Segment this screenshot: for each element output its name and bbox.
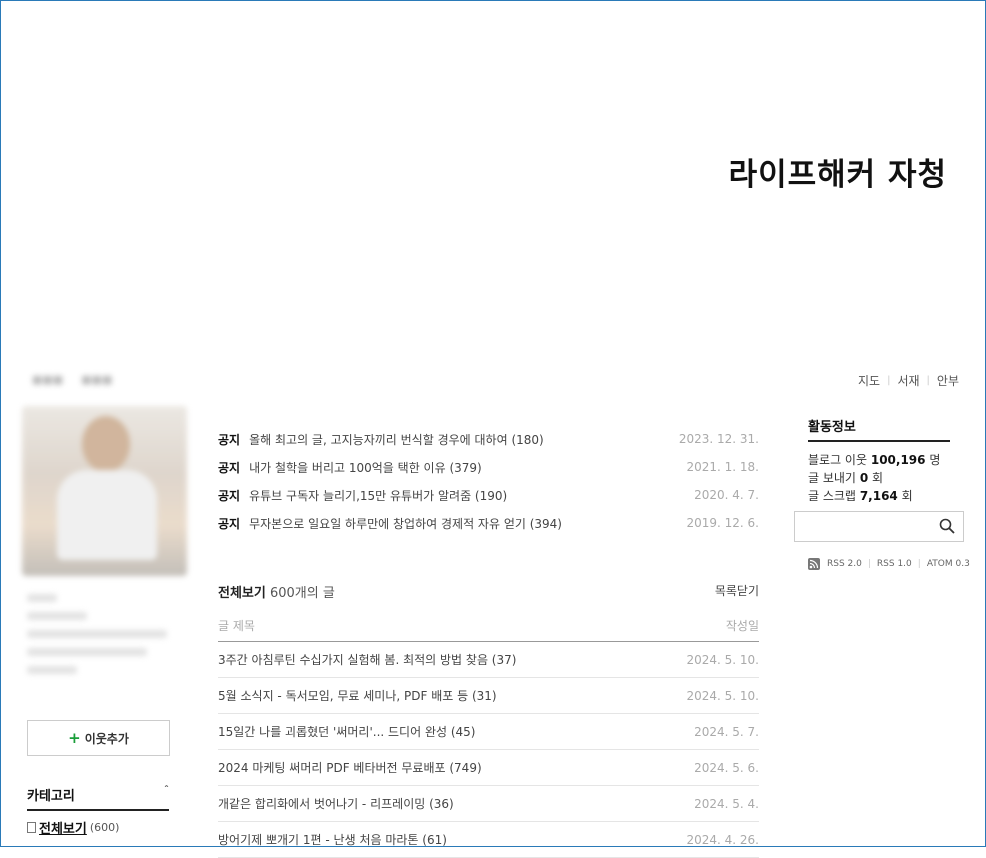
add-neighbor-button[interactable]: + 이웃추가 — [27, 720, 170, 756]
close-list-button[interactable]: 목록닫기 — [715, 582, 759, 601]
post-date: 2024. 5. 6. — [694, 760, 759, 775]
post-date: 2024. 5. 4. — [694, 796, 759, 811]
column-title: 글 제목 — [218, 619, 255, 633]
notice-row[interactable]: 공지 유튜브 구독자 늘리기,15만 유튜버가 알려줌 (190) 2020. 4… — [218, 481, 759, 509]
notice-date: 2023. 12. 31. — [678, 432, 759, 446]
feed-links: RSS 2.0 | RSS 1.0 | ATOM 0.3 — [808, 558, 970, 570]
plus-icon: + — [68, 729, 81, 747]
add-neighbor-label: 이웃추가 — [84, 731, 129, 746]
document-icon — [27, 822, 36, 833]
post-row[interactable]: 3주간 아침루틴 수십가지 실험해 봄. 최적의 방법 찾음 (37) 2024.… — [218, 642, 759, 678]
notice-title[interactable]: 유튜브 구독자 늘리기,15만 유튜버가 알려줌 (190) — [249, 489, 507, 503]
notice-tag: 공지 — [218, 488, 241, 503]
post-date: 2024. 5. 7. — [694, 724, 759, 739]
category-title: 카테고리 — [27, 789, 75, 804]
post-date: 2024. 5. 10. — [686, 652, 759, 667]
link-library[interactable]: 서재 — [897, 372, 919, 389]
post-row[interactable]: 방어기제 뽀개기 1편 - 난생 처음 마라톤 (61) 2024. 4. 26. — [218, 822, 759, 858]
category-header: 카테고리 ˆ — [27, 785, 169, 811]
post-count: 600개의 글 — [269, 586, 335, 601]
post-list-header: 전체보기 600개의 글 목록닫기 — [218, 582, 759, 601]
post-title[interactable]: 방어기제 뽀개기 1편 - 난생 처음 마라톤 (61) — [218, 831, 447, 848]
category-all-count: (600) — [89, 821, 120, 834]
post-title[interactable]: 15일간 나를 괴롭혔던 '써머리'... 드디어 완성 (45) — [218, 723, 475, 740]
feed-atom[interactable]: ATOM 0.3 — [927, 559, 970, 569]
activity-panel: 활동정보 블로그 이웃 100,196 명 글 보내기 0 회 글 스크랩 7,… — [808, 416, 950, 505]
top-links: 지도 | 서재 | 안부 — [857, 372, 959, 389]
notice-row[interactable]: 공지 올해 최고의 글, 고지능자끼리 번식할 경우에 대하여 (180) 202… — [218, 425, 759, 453]
post-date: 2024. 4. 26. — [686, 832, 759, 847]
notice-date: 2019. 12. 6. — [686, 516, 759, 530]
post-title[interactable]: 5월 소식지 - 독서모임, 무료 세미나, PDF 배포 등 (31) — [218, 687, 497, 704]
post-row[interactable]: 개같은 합리화에서 벗어나기 - 리프레이밍 (36) 2024. 5. 4. — [218, 786, 759, 822]
notice-list: 공지 올해 최고의 글, 고지능자끼리 번식할 경우에 대하여 (180) 202… — [218, 425, 759, 537]
post-list-all-label: 전체보기 — [218, 586, 266, 601]
post-row[interactable]: 5월 소식지 - 독서모임, 무료 세미나, PDF 배포 등 (31) 2024… — [218, 678, 759, 714]
post-row[interactable]: 2024 마케팅 써머리 PDF 베타버전 무료배포 (749) 2024. 5.… — [218, 750, 759, 786]
column-date: 작성일 — [725, 619, 759, 633]
post-title[interactable]: 개같은 합리화에서 벗어나기 - 리프레이밍 (36) — [218, 795, 454, 812]
notice-title[interactable]: 무자본으로 일요일 하루만에 창업하여 경제적 자유 얻기 (394) — [249, 517, 562, 531]
search-input[interactable] — [801, 512, 935, 541]
feed-rss1[interactable]: RSS 1.0 — [877, 559, 912, 569]
activity-title: 활동정보 — [808, 416, 950, 442]
search-box — [794, 511, 964, 542]
notice-title[interactable]: 내가 철학을 버리고 100억을 택한 이유 (379) — [249, 461, 482, 475]
post-date: 2024. 5. 10. — [686, 688, 759, 703]
category-all-item[interactable]: 전체보기 (600) — [27, 818, 119, 837]
post-list: 3주간 아침루틴 수십가지 실험해 봄. 최적의 방법 찾음 (37) 2024.… — [218, 642, 759, 858]
post-list-columns: 글 제목 작성일 — [218, 617, 759, 642]
search-icon[interactable] — [939, 518, 955, 534]
blog-title[interactable]: 라이프해커 자청 — [729, 149, 947, 194]
notice-date: 2021. 1. 18. — [686, 460, 759, 474]
notice-title[interactable]: 올해 최고의 글, 고지능자끼리 번식할 경우에 대하여 (180) — [249, 433, 544, 447]
post-title[interactable]: 2024 마케팅 써머리 PDF 베타버전 무료배포 (749) — [218, 759, 482, 776]
notice-date: 2020. 4. 7. — [694, 488, 759, 502]
activity-send: 글 보내기 0 회 — [808, 471, 884, 485]
notice-tag: 공지 — [218, 432, 241, 447]
post-title[interactable]: 3주간 아침루틴 수십가지 실험해 봄. 최적의 방법 찾음 (37) — [218, 651, 516, 668]
notice-tag: 공지 — [218, 460, 241, 475]
link-guestbook[interactable]: 안부 — [937, 372, 959, 389]
notice-row[interactable]: 공지 무자본으로 일요일 하루만에 창업하여 경제적 자유 얻기 (394) 20… — [218, 509, 759, 537]
category-all-label[interactable]: 전체보기 — [39, 818, 87, 837]
profile-blurred: ■■■ ■■■ — [12, 359, 187, 674]
notice-tag: 공지 — [218, 516, 241, 531]
rss-icon[interactable] — [808, 558, 820, 570]
post-row[interactable]: 15일간 나를 괴롭혔던 '써머리'... 드디어 완성 (45) 2024. 5… — [218, 714, 759, 750]
activity-scrap: 글 스크랩 7,164 회 — [808, 489, 913, 503]
link-map[interactable]: 지도 — [858, 372, 880, 389]
notice-row[interactable]: 공지 내가 철학을 버리고 100억을 택한 이유 (379) 2021. 1. … — [218, 453, 759, 481]
activity-neighbors: 블로그 이웃 100,196 명 — [808, 453, 941, 467]
chevron-up-icon[interactable]: ˆ — [164, 785, 169, 804]
feed-rss2[interactable]: RSS 2.0 — [827, 559, 862, 569]
profile-photo[interactable] — [22, 406, 187, 576]
profile-area: ■■■ ■■■ — [12, 359, 187, 684]
